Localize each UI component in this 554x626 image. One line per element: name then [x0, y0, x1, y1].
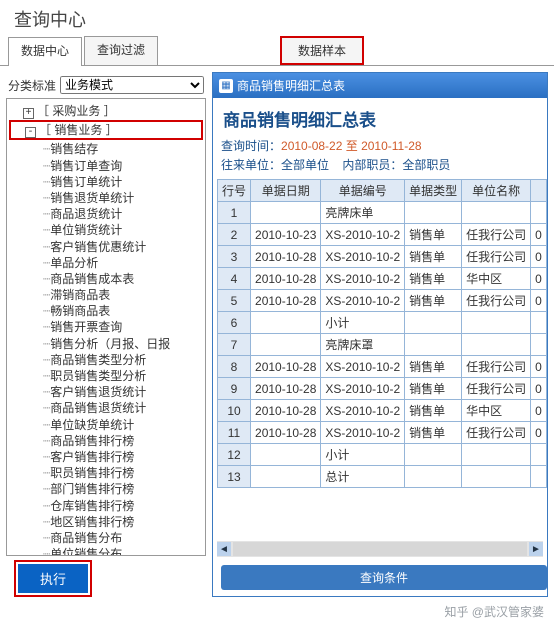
scroll-track[interactable]	[233, 542, 527, 556]
tree-item[interactable]: ┈销售退货单统计	[9, 190, 203, 206]
tab-data-sample[interactable]: 数据样本	[280, 36, 364, 65]
table-row[interactable]: 6小计	[218, 312, 547, 334]
page-title: 查询中心	[0, 0, 554, 36]
scroll-right-icon[interactable]: ►	[529, 542, 543, 556]
tree-item[interactable]: ┈仓库销售排行榜	[9, 498, 203, 514]
tree-item[interactable]: ┈单品分析	[9, 255, 203, 271]
column-header: 单据日期	[251, 180, 321, 202]
tree-item[interactable]: ┈客户销售优惠统计	[9, 239, 203, 255]
report-scope: 往来单位：全部单位 内部职员：全部职员	[221, 156, 539, 173]
column-header: 单据编号	[321, 180, 405, 202]
tree-item[interactable]: ┈商品退货统计	[9, 206, 203, 222]
tree-item[interactable]: ┈客户销售退货统计	[9, 384, 203, 400]
tree-group-purchase[interactable]: +［ 采购业务 ］	[9, 103, 203, 119]
tree-item[interactable]: ┈地区销售排行榜	[9, 514, 203, 530]
tree-item[interactable]: ┈部门销售排行榜	[9, 481, 203, 497]
tree-item[interactable]: ┈单位销货统计	[9, 222, 203, 238]
tree-item[interactable]: ┈职员销售类型分析	[9, 368, 203, 384]
column-header: 行号	[218, 180, 251, 202]
column-header: 单据类型	[405, 180, 462, 202]
column-header	[531, 180, 547, 202]
query-conditions-button[interactable]: 查询条件	[221, 565, 547, 590]
tree-item[interactable]: ┈商品销售退货统计	[9, 400, 203, 416]
watermark: 知乎 @武汉管家婆	[0, 599, 554, 626]
tree-item[interactable]: ┈商品销售成本表	[9, 271, 203, 287]
report-window: ▦ 商品销售明细汇总表 商品销售明细汇总表 查询时间：2010-08-22 至 …	[212, 72, 548, 597]
tree-item[interactable]: ┈销售订单查询	[9, 158, 203, 174]
report-query-time: 查询时间：2010-08-22 至 2010-11-28	[221, 137, 539, 154]
expand-icon[interactable]: +	[23, 108, 34, 119]
tree-item[interactable]: ┈商品销售分布	[9, 530, 203, 546]
table-row[interactable]: 52010-10-28XS-2010-10-2销售单任我行公司0	[218, 290, 547, 312]
tree-item[interactable]: ┈滞销商品表	[9, 287, 203, 303]
table-row[interactable]: 42010-10-28XS-2010-10-2销售单华中区0	[218, 268, 547, 290]
filter-select[interactable]: 业务模式	[60, 76, 204, 94]
tree-item[interactable]: ┈销售订单统计	[9, 174, 203, 190]
table-row[interactable]: 12小计	[218, 444, 547, 466]
category-tree[interactable]: +［ 采购业务 ］ -［ 销售业务 ］ ┈销售结存┈销售订单查询┈销售订单统计┈…	[6, 98, 206, 556]
left-pane: 分类标准 业务模式 +［ 采购业务 ］ -［ 销售业务 ］ ┈销售结存┈销售订单…	[6, 72, 206, 597]
tab-data-center[interactable]: 数据中心	[8, 37, 82, 66]
table-row[interactable]: 112010-10-28XS-2010-10-2销售单任我行公司0	[218, 422, 547, 444]
table-row[interactable]: 1亮牌床单	[218, 202, 547, 224]
tabs-bar: 数据中心 查询过滤 数据样本	[0, 36, 554, 66]
table-row[interactable]: 32010-10-28XS-2010-10-2销售单任我行公司0	[218, 246, 547, 268]
table-row[interactable]: 13总计	[218, 466, 547, 488]
document-icon: ▦	[219, 79, 233, 93]
tree-item[interactable]: ┈畅销商品表	[9, 303, 203, 319]
tree-item[interactable]: ┈职员销售排行榜	[9, 465, 203, 481]
tree-item[interactable]: ┈客户销售排行榜	[9, 449, 203, 465]
scroll-left-icon[interactable]: ◄	[217, 542, 231, 556]
table-row[interactable]: 92010-10-28XS-2010-10-2销售单任我行公司0	[218, 378, 547, 400]
tree-item[interactable]: ┈商品销售排行榜	[9, 433, 203, 449]
report-title: 商品销售明细汇总表	[223, 106, 539, 131]
table-row[interactable]: 22010-10-23XS-2010-10-2销售单任我行公司0	[218, 224, 547, 246]
tree-item[interactable]: ┈商品销售类型分析	[9, 352, 203, 368]
tree-group-sales[interactable]: -［ 销售业务 ］	[11, 122, 201, 138]
window-title-text: 商品销售明细汇总表	[237, 77, 345, 94]
tree-item[interactable]: ┈单位缺货单统计	[9, 417, 203, 433]
filter-label: 分类标准	[8, 77, 56, 94]
tab-query-filter[interactable]: 查询过滤	[84, 36, 158, 65]
collapse-icon[interactable]: -	[25, 127, 36, 138]
tree-item[interactable]: ┈销售结存	[9, 141, 203, 157]
tree-item[interactable]: ┈单位销售分布	[9, 546, 203, 556]
report-table-wrap[interactable]: 行号单据日期单据编号单据类型单位名称 1亮牌床单22010-10-23XS-20…	[213, 179, 547, 539]
tree-item[interactable]: ┈销售分析（月报、日报	[9, 336, 203, 352]
tree-item[interactable]: ┈销售开票查询	[9, 319, 203, 335]
column-header: 单位名称	[462, 180, 531, 202]
report-table: 行号单据日期单据编号单据类型单位名称 1亮牌床单22010-10-23XS-20…	[217, 179, 547, 488]
horizontal-scrollbar[interactable]: ◄ ►	[217, 541, 543, 557]
table-row[interactable]: 7亮牌床罩	[218, 334, 547, 356]
table-row[interactable]: 102010-10-28XS-2010-10-2销售单华中区0	[218, 400, 547, 422]
table-row[interactable]: 82010-10-28XS-2010-10-2销售单任我行公司0	[218, 356, 547, 378]
window-titlebar: ▦ 商品销售明细汇总表	[213, 73, 547, 98]
